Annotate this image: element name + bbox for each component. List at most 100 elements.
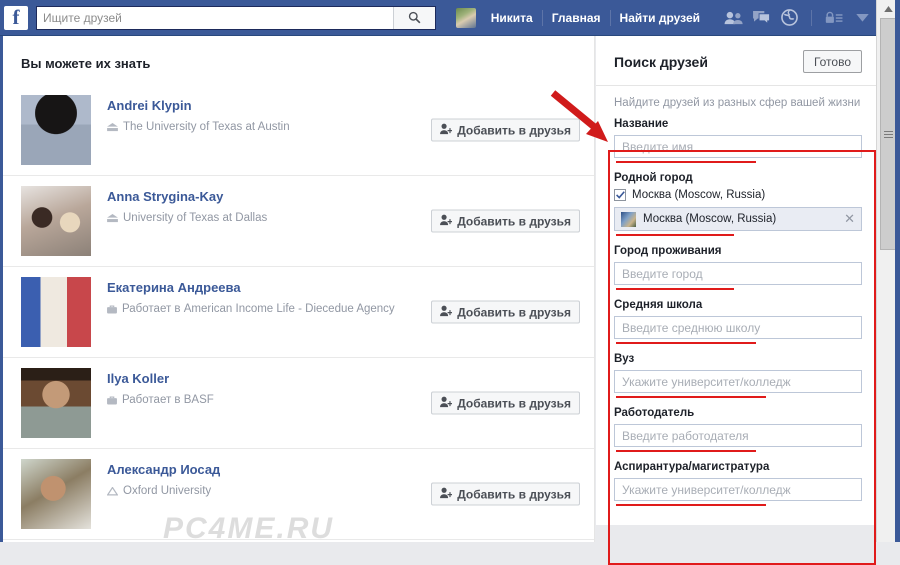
work-icon [107,305,117,314]
person-plus-icon [440,305,452,319]
add-friend-button[interactable]: Добавить в друзья [431,119,580,142]
field-label: Средняя школа [614,299,862,311]
annotation-underline [616,396,766,398]
list-item[interactable]: Ilya Koller Работает в BASF Добавить в д… [3,357,594,448]
checkbox-checked-icon[interactable] [614,189,626,201]
suggestion-subtitle-text: Oxford University [123,485,211,497]
right-edge-accent [895,0,900,542]
annotation-underline [616,288,734,290]
suggestion-subtitle-text: The University of Texas at Austin [123,121,290,133]
search-bar[interactable] [36,6,436,30]
divider [811,10,812,26]
person-plus-icon [440,214,452,228]
messages-icon[interactable] [747,0,775,36]
list-item[interactable]: Екатерина Андреева Работает в American I… [3,266,594,357]
field-employer: Работодатель [596,407,876,452]
hometown-checkbox-row[interactable]: Москва (Moscow, Russia) [614,189,862,201]
school-icon [107,214,118,223]
avatar[interactable] [21,95,91,165]
field-label: Аспирантура/магистратура [614,461,862,473]
suggestion-name[interactable]: Екатерина Андреева [107,280,580,296]
page-body: Вы можете их знать Andrei Klypin The Uni… [0,36,876,542]
suggestion-name[interactable]: Andrei Klypin [107,98,580,114]
facebook-top-bar: f Никита Главная Найти друзей [0,0,900,36]
suggestion-name[interactable]: Anna Strygina-Kay [107,189,580,205]
nav-item-home[interactable]: Главная [543,0,610,36]
add-friend-label: Добавить в друзья [457,396,571,410]
name-input[interactable] [614,135,862,158]
person-plus-icon [440,123,452,137]
suggestion-subtitle-text: Работает в American Income Life - Dieced… [122,303,395,315]
add-friend-button[interactable]: Добавить в друзья [431,301,580,324]
done-button[interactable]: Готово [803,50,862,73]
field-label: Вуз [614,353,862,365]
grip-icon [884,129,893,140]
close-icon[interactable]: ✕ [840,211,855,227]
suggestion-name[interactable]: Александр Иосад [107,462,580,478]
add-friend-button[interactable]: Добавить в друзья [431,483,580,506]
annotation-underline [616,234,734,236]
grad-school-input[interactable] [614,478,862,501]
friend-search-header: Поиск друзей Готово [596,36,876,86]
field-grad-school: Аспирантура/магистратура [596,461,876,506]
city-thumbnail-icon [621,212,636,227]
list-item[interactable]: Andrei Klypin The University of Texas at… [3,85,594,175]
suggestion-name[interactable]: Ilya Koller [107,371,580,387]
annotation-underline [616,450,756,452]
field-label: Город проживания [614,245,862,257]
employer-input[interactable] [614,424,862,447]
token-label: Москва (Moscow, Russia) [643,213,840,225]
person-plus-icon [440,396,452,410]
search-input[interactable] [37,7,393,29]
high-school-input[interactable] [614,316,862,339]
add-friend-button[interactable]: Добавить в друзья [431,392,580,415]
current-city-input[interactable] [614,262,862,285]
field-hometown: Родной город Москва (Moscow, Russia) Мос… [596,172,876,236]
search-icon[interactable] [393,7,435,29]
field-high-school: Средняя школа [596,299,876,344]
add-friend-button[interactable]: Добавить в друзья [431,210,580,233]
list-item[interactable]: Anna Strygina-Kay University of Texas at… [3,175,594,266]
grad-cap-icon [107,487,118,496]
friend-requests-icon[interactable] [719,0,747,36]
page-title: Вы можете их знать [3,36,594,85]
suggestion-subtitle-text: Работает в BASF [122,394,214,406]
annotation-underline [616,504,766,506]
school-icon [107,123,118,132]
privacy-lock-icon[interactable] [820,0,848,36]
avatar[interactable] [21,368,91,438]
field-current-city: Город проживания [596,245,876,290]
friend-search-title: Поиск друзей [614,54,708,70]
facebook-logo[interactable]: f [4,6,28,30]
avatar[interactable] [21,277,91,347]
college-input[interactable] [614,370,862,393]
suggestion-subtitle-text: University of Texas at Dallas [123,212,267,224]
header-nav-right: Никита Главная Найти друзей [456,0,900,36]
annotation-underline [616,342,756,344]
hometown-checkbox-label: Москва (Moscow, Russia) [632,189,765,201]
field-label: Название [614,118,862,130]
nav-item-find-friends[interactable]: Найти друзей [611,0,709,36]
avatar[interactable] [456,8,476,28]
add-friend-label: Добавить в друзья [457,487,571,501]
nav-user-name[interactable]: Никита [482,0,542,36]
field-label: Родной город [614,172,862,184]
field-name: Название [596,118,876,163]
avatar[interactable] [21,459,91,529]
person-plus-icon [440,487,452,501]
add-friend-label: Добавить в друзья [457,214,571,228]
account-chevron-down-icon[interactable] [848,0,876,36]
field-college: Вуз [596,353,876,398]
work-icon [107,396,117,405]
add-friend-label: Добавить в друзья [457,305,571,319]
people-you-may-know-panel: Вы можете их знать Andrei Klypin The Uni… [3,36,595,542]
field-label: Работодатель [614,407,862,419]
add-friend-label: Добавить в друзья [457,123,571,137]
friend-search-panel: Поиск друзей Готово Найдите друзей из ра… [596,36,876,542]
notifications-globe-icon[interactable] [775,0,803,36]
annotation-underline [616,161,756,163]
friend-search-hint: Найдите друзей из разных сфер вашей жизн… [596,86,876,118]
avatar[interactable] [21,186,91,256]
list-item[interactable]: Александр Иосад Oxford University Добави… [3,448,594,539]
hometown-selected-token[interactable]: Москва (Moscow, Russia) ✕ [614,207,862,231]
